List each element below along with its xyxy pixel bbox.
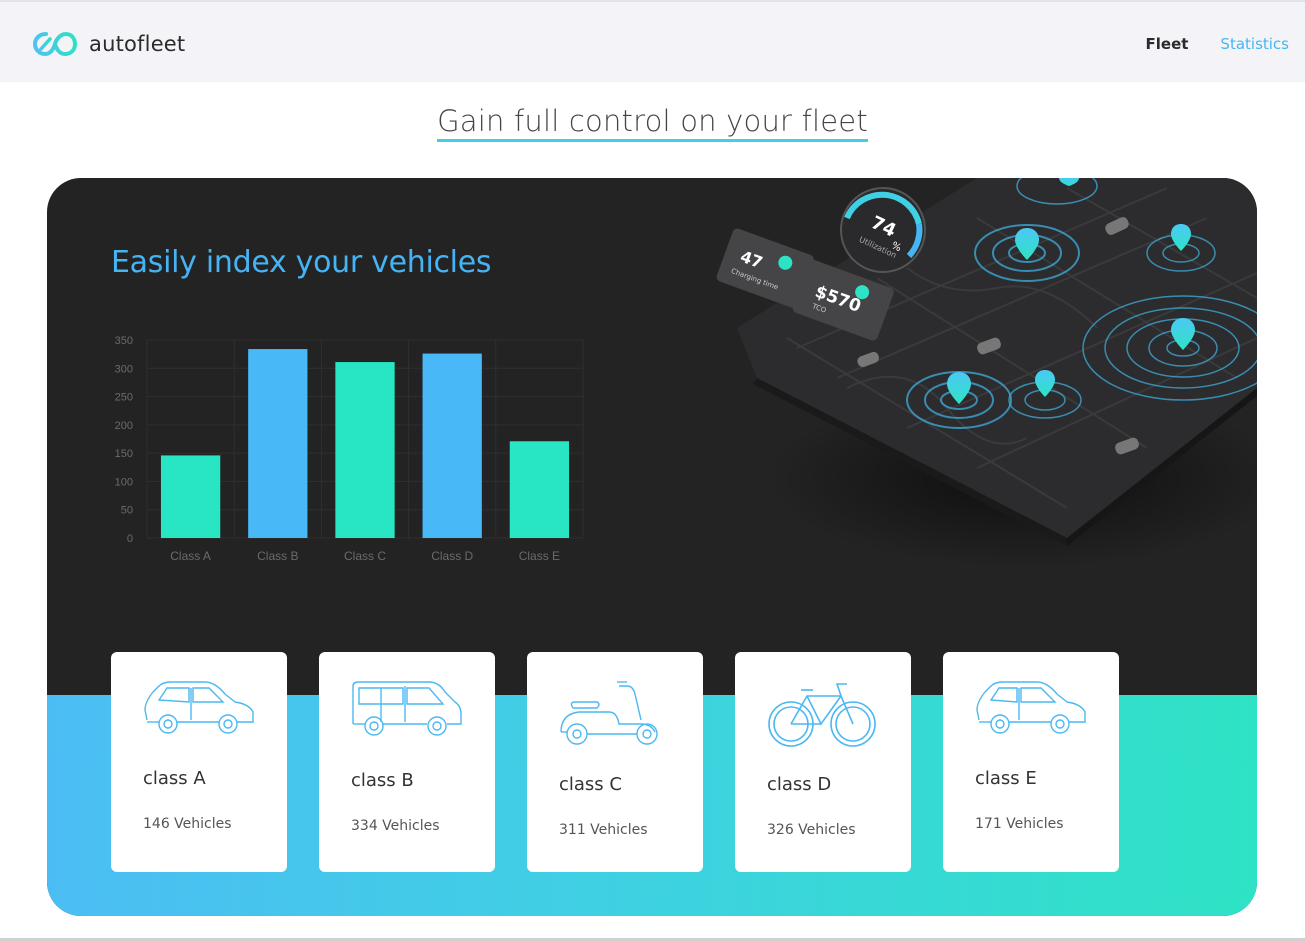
y-tick-label: 50	[121, 505, 133, 517]
class-card-a[interactable]: class A 146 Vehicles	[111, 652, 287, 872]
brand-name: autofleet	[89, 32, 186, 56]
bar	[509, 441, 570, 538]
nav-link-statistics[interactable]: Statistics	[1220, 35, 1289, 53]
vehicle-count: 326 Vehicles	[767, 822, 856, 838]
class-name: class D	[767, 774, 832, 795]
x-tick-label: Class C	[344, 549, 386, 563]
main-nav: Fleet Statistics	[1146, 35, 1289, 53]
vehicle-count: 311 Vehicles	[559, 822, 648, 838]
x-tick-label: Class B	[257, 549, 298, 563]
y-tick-label: 100	[115, 476, 133, 488]
panel-heading: Easily index your vehicles	[111, 245, 492, 280]
class-name: class C	[559, 774, 622, 795]
brand-logo[interactable]: autofleet	[33, 30, 185, 58]
hero-title-wrap: Gain full control on your fleet	[0, 104, 1305, 142]
vehicle-count: 334 Vehicles	[351, 818, 440, 834]
y-tick-label: 150	[115, 448, 133, 460]
infinity-logo-icon	[33, 31, 77, 57]
bar	[422, 353, 482, 538]
bar	[335, 362, 395, 538]
y-tick-label: 250	[115, 392, 133, 404]
fleet-map-illustration: 74 % Utilization 47 Charging time $570 T…	[716, 178, 1257, 568]
utilization-gauge: 74 % Utilization	[840, 187, 926, 273]
top-navbar: autofleet Fleet Statistics	[0, 0, 1305, 82]
class-name: class A	[143, 768, 206, 789]
y-tick-label: 300	[115, 363, 133, 375]
scooter-icon	[560, 681, 658, 745]
hero-title: Gain full control on your fleet	[437, 104, 868, 142]
hatchback-car-icon	[144, 681, 254, 734]
x-tick-label: Class A	[170, 549, 211, 563]
x-tick-label: Class D	[431, 549, 473, 563]
y-tick-label: 0	[127, 533, 133, 545]
vehicles-bar-chart: 0 50 100 150 200 250 300 350 Class A Class B Class…	[115, 335, 584, 563]
fleet-panel: Easily index your vehicles 0 50 100 150 200 2…	[47, 178, 1257, 916]
class-card-b[interactable]: class B 334 Vehicles	[319, 652, 495, 872]
y-tick-label: 200	[115, 420, 133, 432]
class-card-c[interactable]: class C 311 Vehicles	[527, 652, 703, 872]
bar	[160, 455, 221, 538]
vehicle-count: 171 Vehicles	[975, 816, 1064, 832]
van-icon	[352, 681, 462, 736]
class-name: class E	[975, 768, 1037, 789]
compact-car-icon	[976, 681, 1086, 734]
nav-link-fleet[interactable]: Fleet	[1146, 35, 1189, 53]
bicycle-icon	[768, 683, 876, 747]
x-tick-label: Class E	[519, 549, 560, 563]
class-card-e[interactable]: class E 171 Vehicles	[943, 652, 1119, 872]
class-name: class B	[351, 770, 414, 791]
vehicle-count: 146 Vehicles	[143, 816, 232, 832]
bar	[248, 349, 308, 538]
y-tick-label: 350	[115, 335, 133, 347]
class-card-d[interactable]: class D 326 Vehicles	[735, 652, 911, 872]
